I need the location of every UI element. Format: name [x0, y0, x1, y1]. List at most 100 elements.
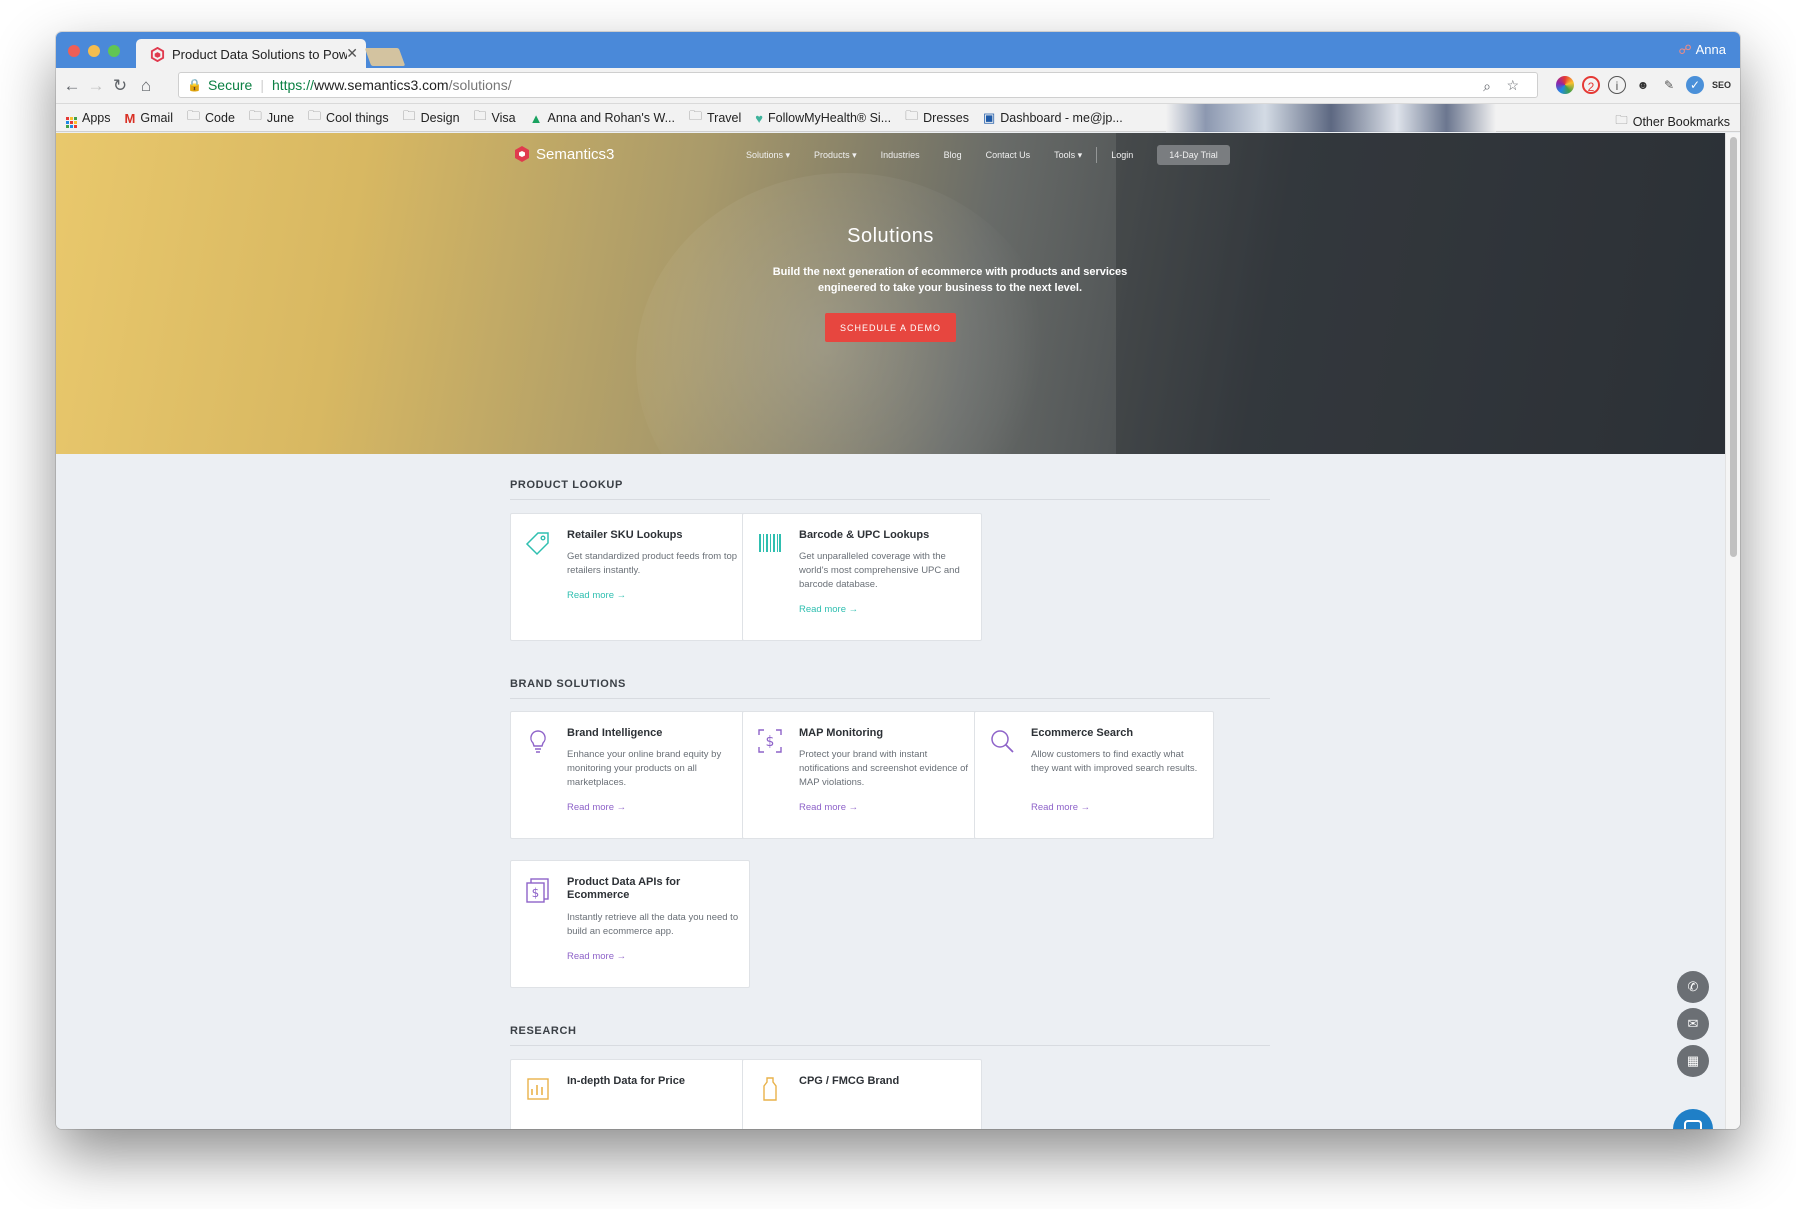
schedule-demo-button[interactable]: SCHEDULE A DEMO: [825, 313, 956, 342]
nav-products[interactable]: Products ▾: [814, 150, 857, 161]
bookmark-item[interactable]: M Gmail: [125, 111, 174, 126]
chrome-menu-icon[interactable]: ⋮: [1734, 76, 1740, 94]
bookmark-item[interactable]: 🗀 Cool things: [308, 107, 389, 129]
bookmark-item[interactable]: ▲ Anna and Rohan's W...: [530, 111, 675, 126]
solution-card[interactable]: In-depth Data for Price: [510, 1059, 750, 1129]
bookmark-item[interactable]: 🗀 Design: [403, 107, 460, 129]
bookmark-item[interactable]: 🗀 Travel: [689, 107, 741, 129]
section-heading-brand-solutions: BRAND SOLUTIONS: [510, 678, 1270, 699]
card-description: Protect your brand with instant notifica…: [799, 749, 968, 788]
read-more-link[interactable]: Read more →: [567, 951, 626, 962]
solution-card[interactable]: $ MAP Monitoring Protect your brand with i…: [742, 711, 982, 839]
svg-text:$: $: [532, 886, 540, 900]
nav-solutions[interactable]: Solutions ▾: [746, 150, 790, 161]
bookmark-item[interactable]: ▣ Dashboard - me@jp...: [983, 110, 1123, 126]
bookmark-star-icon[interactable]: ☆: [1506, 77, 1519, 94]
logo-text: Semantics3: [536, 145, 615, 163]
back-arrow-icon[interactable]: ←: [62, 76, 82, 96]
zoom-magnifier-icon[interactable]: ⌕: [1483, 78, 1491, 95]
solution-card[interactable]: Barcode & UPC Lookups Get unparalleled co…: [742, 513, 982, 641]
apps-grid-icon: [66, 108, 77, 128]
forward-arrow-icon[interactable]: →: [86, 76, 106, 96]
bookmark-item[interactable]: ♥ FollowMyHealth® Si...: [755, 111, 891, 126]
profile-icon: ☍: [1678, 42, 1692, 57]
card-description: Enhance your online brand equity by moni…: [567, 749, 722, 788]
gmail-icon: M: [124, 110, 136, 126]
card-description: Get standardized product feeds from top …: [567, 551, 738, 576]
nav-login[interactable]: Login: [1111, 150, 1133, 160]
address-bar[interactable]: 🔒 Secure | https:// www.semantics3.com /…: [178, 72, 1538, 98]
bookmark-label: Cool things: [326, 111, 389, 125]
other-bookmarks[interactable]: 🗀 Other Bookmarks: [1615, 111, 1730, 132]
new-tab-button[interactable]: [364, 48, 406, 66]
eyedropper-extension-icon[interactable]: ✎: [1660, 76, 1678, 94]
bookmark-label: Visa: [491, 111, 516, 125]
read-more-link[interactable]: Read more →: [1031, 802, 1090, 813]
chart-icon: [525, 1076, 551, 1102]
read-more-link[interactable]: Read more →: [567, 802, 626, 813]
card-description: Instantly retrieve all the data you need…: [567, 912, 739, 937]
grammarly-extension-icon[interactable]: ✓: [1686, 76, 1704, 94]
read-more-link[interactable]: Read more →: [799, 604, 858, 615]
semantics3-logo-icon: [515, 146, 529, 162]
hero-section: Semantics3 Solutions ▾ Products ▾ Indust…: [56, 133, 1725, 454]
card-title: In-depth Data for Price: [567, 1075, 685, 1087]
title-bar: Product Data Solutions to Pow ✕ ☍ Anna: [56, 32, 1740, 69]
solution-card[interactable]: Ecommerce Search Allow customers to find …: [974, 711, 1214, 839]
nav-tools[interactable]: Tools ▾: [1054, 150, 1082, 161]
card-title: Retailer SKU Lookups: [567, 529, 683, 541]
ghostery-extension-icon[interactable]: ☻: [1634, 76, 1652, 94]
nav-blog[interactable]: Blog: [944, 150, 962, 160]
bookmark-item[interactable]: 🗀 June: [249, 107, 294, 129]
home-icon[interactable]: ⌂: [136, 76, 156, 96]
chat-launcher-button[interactable]: [1673, 1109, 1713, 1129]
bookmark-item[interactable]: 🗀 Visa: [474, 107, 516, 129]
bookmark-label: Gmail: [140, 111, 173, 125]
calendar-icon[interactable]: ▦: [1677, 1045, 1709, 1077]
bookmarks-bar-wave-image: [1166, 104, 1496, 132]
read-more-link[interactable]: Read more →: [799, 802, 858, 813]
phone-icon[interactable]: ✆: [1677, 971, 1709, 1003]
nav-industries[interactable]: Industries: [881, 150, 920, 160]
barcode-icon: [757, 530, 783, 556]
drive-icon: ▲: [529, 110, 543, 126]
solution-card[interactable]: Brand Intelligence Enhance your online br…: [510, 711, 750, 839]
pocket-extension-icon[interactable]: 2: [1582, 76, 1600, 94]
minimize-window-button[interactable]: [88, 45, 100, 57]
seo-extension-icon[interactable]: SEO: [1712, 76, 1731, 94]
profile-button[interactable]: ☍ Anna: [1678, 42, 1726, 58]
trial-button[interactable]: 14-Day Trial: [1157, 145, 1230, 165]
tab-close-icon[interactable]: ✕: [346, 45, 358, 62]
browser-window: Product Data Solutions to Pow ✕ ☍ Anna ← …: [56, 32, 1740, 1129]
other-bookmarks-label: Other Bookmarks: [1632, 114, 1730, 129]
folder-icon: 🗀: [248, 108, 262, 123]
solution-card[interactable]: $ Product Data APIs for Ecommerce Instantl…: [510, 860, 750, 988]
vertical-scrollbar[interactable]: [1725, 133, 1740, 1129]
browser-toolbar: ← → ↻ ⌂ 🔒 Secure | https:// www.semantic…: [56, 68, 1740, 104]
1password-extension-icon[interactable]: i: [1608, 76, 1626, 94]
zoom-window-button[interactable]: [108, 45, 120, 57]
close-window-button[interactable]: [68, 45, 80, 57]
browser-tab[interactable]: Product Data Solutions to Pow ✕: [136, 39, 366, 69]
site-logo[interactable]: Semantics3: [513, 145, 614, 163]
scrollbar-thumb[interactable]: [1730, 137, 1737, 557]
card-description: Get unparalleled coverage with the world…: [799, 551, 960, 590]
solution-card[interactable]: Retailer SKU Lookups Get standardized pro…: [510, 513, 750, 641]
read-more-link[interactable]: Read more →: [567, 590, 626, 601]
bookmark-list: Apps M Gmail 🗀 Code 🗀 June 🗀 Cool things 🗀 Design 🗀…: [66, 104, 1123, 132]
dollar-document-icon: $: [525, 877, 551, 903]
color-picker-extension-icon[interactable]: [1556, 76, 1574, 94]
url-host: www.semantics3.com: [313, 77, 449, 93]
folder-icon: 🗀: [473, 108, 487, 123]
nav-contact-us[interactable]: Contact Us: [986, 150, 1031, 160]
solution-card[interactable]: CPG / FMCG Brand: [742, 1059, 982, 1129]
bookmark-label: Dashboard - me@jp...: [1000, 111, 1123, 125]
bookmark-item[interactable]: 🗀 Code: [187, 107, 235, 129]
card-title: CPG / FMCG Brand: [799, 1075, 900, 1087]
mail-icon[interactable]: ✉: [1677, 1008, 1709, 1040]
site-navigation: Solutions ▾ Products ▾ Industries Blog C…: [746, 145, 1230, 165]
bookmark-item[interactable]: Apps: [66, 108, 111, 128]
omnibox-separator: |: [260, 77, 264, 93]
bookmark-item[interactable]: 🗀 Dresses: [905, 107, 969, 129]
reload-icon[interactable]: ↻: [110, 76, 130, 96]
